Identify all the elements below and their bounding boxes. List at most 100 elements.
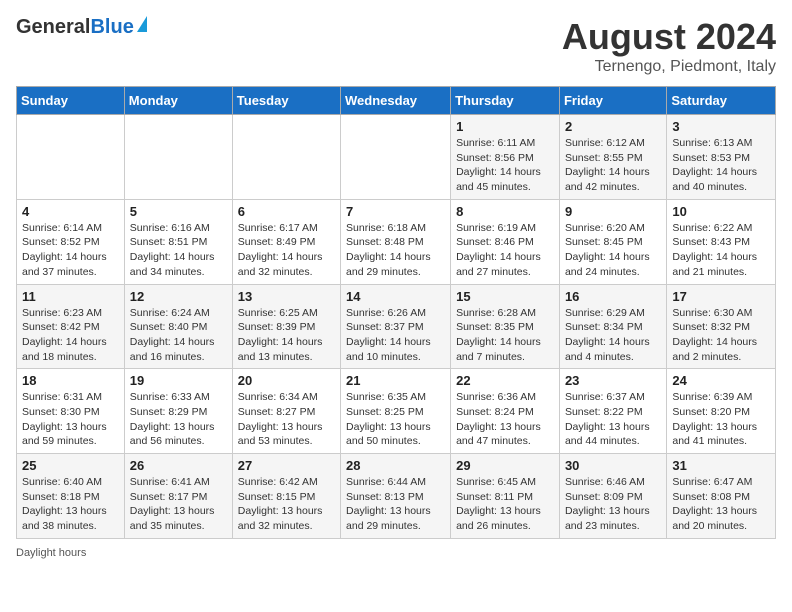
subtitle: Ternengo, Piedmont, Italy bbox=[562, 58, 776, 76]
day-number: 28 bbox=[346, 458, 445, 473]
day-number: 26 bbox=[130, 458, 227, 473]
day-number: 4 bbox=[22, 204, 119, 219]
calendar-cell: 26Sunrise: 6:41 AM Sunset: 8:17 PM Dayli… bbox=[124, 454, 232, 539]
footer-note: Daylight hours bbox=[16, 547, 776, 559]
day-number: 7 bbox=[346, 204, 445, 219]
calendar-table: SundayMondayTuesdayWednesdayThursdayFrid… bbox=[16, 86, 776, 539]
daylight-label: Daylight hours bbox=[16, 547, 86, 559]
calendar-cell: 29 Sunrise: 6:45 AM Sunset: 8:11 PM Dayli… bbox=[451, 454, 560, 539]
day-info: Sunrise: 6:31 AM Sunset: 8:30 PM Dayligh… bbox=[22, 390, 119, 449]
calendar-cell: 1 Sunrise: 6:11 AM Sunset: 8:56 PM Daylig… bbox=[451, 115, 560, 200]
day-info: Sunrise: 6:47 AM Sunset: 8:08 PM Dayligh… bbox=[672, 475, 770, 534]
day-header-sunday: Sunday bbox=[17, 87, 125, 115]
day-info: Sunrise: 6:17 AM Sunset: 8:49 PM Dayligh… bbox=[238, 221, 335, 280]
page-header: General Blue August 2024 Ternengo, Piedm… bbox=[16, 16, 776, 76]
calendar-cell: 23 Sunrise: 6:37 AM Sunset: 8:22 PM Dayli… bbox=[559, 369, 666, 454]
calendar-cell: 21 Sunrise: 6:35 AM Sunset: 8:25 PM Dayli… bbox=[341, 369, 451, 454]
day-info: Sunrise: 6:19 AM Sunset: 8:46 PM Dayligh… bbox=[456, 221, 554, 280]
day-info: Sunrise: 6:20 AM Sunset: 8:45 PM Dayligh… bbox=[565, 221, 661, 280]
day-info: Sunrise: 6:13 AM Sunset: 8:53 PM Dayligh… bbox=[672, 136, 770, 195]
calendar-cell bbox=[341, 115, 451, 200]
calendar-cell: 5 Sunrise: 6:16 AM Sunset: 8:51 PM Daylig… bbox=[124, 199, 232, 284]
day-number: 21 bbox=[346, 373, 445, 388]
calendar-cell: 10 Sunrise: 6:22 AM Sunset: 8:43 PM Dayli… bbox=[667, 199, 776, 284]
day-number: 23 bbox=[565, 373, 661, 388]
day-info: Sunrise: 6:42 AM Sunset: 8:15 PM Dayligh… bbox=[238, 475, 335, 534]
day-info: Sunrise: 6:33 AM Sunset: 8:29 PM Dayligh… bbox=[130, 390, 227, 449]
calendar-cell: 22Sunrise: 6:36 AM Sunset: 8:24 PM Dayli… bbox=[451, 369, 560, 454]
calendar-cell: 9 Sunrise: 6:20 AM Sunset: 8:45 PM Daylig… bbox=[559, 199, 666, 284]
day-number: 17 bbox=[672, 289, 770, 304]
day-header-friday: Friday bbox=[559, 87, 666, 115]
calendar-cell: 6Sunrise: 6:17 AM Sunset: 8:49 PM Daylig… bbox=[232, 199, 340, 284]
calendar-cell: 17Sunrise: 6:30 AM Sunset: 8:32 PM Dayli… bbox=[667, 284, 776, 369]
calendar-cell: 16 Sunrise: 6:29 AM Sunset: 8:34 PM Dayli… bbox=[559, 284, 666, 369]
day-number: 24 bbox=[672, 373, 770, 388]
day-header-saturday: Saturday bbox=[667, 87, 776, 115]
day-number: 3 bbox=[672, 119, 770, 134]
calendar-cell: 11 Sunrise: 6:23 AM Sunset: 8:42 PM Dayli… bbox=[17, 284, 125, 369]
day-info: Sunrise: 6:24 AM Sunset: 8:40 PM Dayligh… bbox=[130, 306, 227, 365]
day-info: Sunrise: 6:45 AM Sunset: 8:11 PM Dayligh… bbox=[456, 475, 554, 534]
calendar-cell bbox=[232, 115, 340, 200]
day-number: 18 bbox=[22, 373, 119, 388]
day-info: Sunrise: 6:29 AM Sunset: 8:34 PM Dayligh… bbox=[565, 306, 661, 365]
calendar-cell: 28 Sunrise: 6:44 AM Sunset: 8:13 PM Dayli… bbox=[341, 454, 451, 539]
day-info: Sunrise: 6:44 AM Sunset: 8:13 PM Dayligh… bbox=[346, 475, 445, 534]
day-info: Sunrise: 6:39 AM Sunset: 8:20 PM Dayligh… bbox=[672, 390, 770, 449]
day-header-wednesday: Wednesday bbox=[341, 87, 451, 115]
calendar-cell: 15 Sunrise: 6:28 AM Sunset: 8:35 PM Dayli… bbox=[451, 284, 560, 369]
calendar-cell: 27 Sunrise: 6:42 AM Sunset: 8:15 PM Dayli… bbox=[232, 454, 340, 539]
day-info: Sunrise: 6:36 AM Sunset: 8:24 PM Dayligh… bbox=[456, 390, 554, 449]
day-info: Sunrise: 6:35 AM Sunset: 8:25 PM Dayligh… bbox=[346, 390, 445, 449]
day-number: 11 bbox=[22, 289, 119, 304]
main-title: August 2024 bbox=[562, 16, 776, 58]
day-info: Sunrise: 6:12 AM Sunset: 8:55 PM Dayligh… bbox=[565, 136, 661, 195]
calendar-cell bbox=[124, 115, 232, 200]
day-number: 30 bbox=[565, 458, 661, 473]
day-info: Sunrise: 6:37 AM Sunset: 8:22 PM Dayligh… bbox=[565, 390, 661, 449]
day-number: 27 bbox=[238, 458, 335, 473]
logo-blue-text: Blue bbox=[90, 16, 133, 39]
calendar-cell: 18 Sunrise: 6:31 AM Sunset: 8:30 PM Dayli… bbox=[17, 369, 125, 454]
day-number: 13 bbox=[238, 289, 335, 304]
logo-general-text: General bbox=[16, 16, 90, 39]
day-number: 25 bbox=[22, 458, 119, 473]
day-number: 14 bbox=[346, 289, 445, 304]
day-number: 2 bbox=[565, 119, 661, 134]
day-info: Sunrise: 6:11 AM Sunset: 8:56 PM Dayligh… bbox=[456, 136, 554, 195]
day-number: 10 bbox=[672, 204, 770, 219]
day-info: Sunrise: 6:28 AM Sunset: 8:35 PM Dayligh… bbox=[456, 306, 554, 365]
calendar-cell bbox=[17, 115, 125, 200]
calendar-cell: 14Sunrise: 6:26 AM Sunset: 8:37 PM Dayli… bbox=[341, 284, 451, 369]
day-number: 5 bbox=[130, 204, 227, 219]
day-header-tuesday: Tuesday bbox=[232, 87, 340, 115]
calendar-cell: 2 Sunrise: 6:12 AM Sunset: 8:55 PM Daylig… bbox=[559, 115, 666, 200]
calendar-cell: 31 Sunrise: 6:47 AM Sunset: 8:08 PM Dayli… bbox=[667, 454, 776, 539]
calendar-cell: 30 Sunrise: 6:46 AM Sunset: 8:09 PM Dayli… bbox=[559, 454, 666, 539]
day-number: 1 bbox=[456, 119, 554, 134]
day-info: Sunrise: 6:34 AM Sunset: 8:27 PM Dayligh… bbox=[238, 390, 335, 449]
day-info: Sunrise: 6:23 AM Sunset: 8:42 PM Dayligh… bbox=[22, 306, 119, 365]
day-number: 8 bbox=[456, 204, 554, 219]
day-info: Sunrise: 6:18 AM Sunset: 8:48 PM Dayligh… bbox=[346, 221, 445, 280]
calendar-cell: 7 Sunrise: 6:18 AM Sunset: 8:48 PM Daylig… bbox=[341, 199, 451, 284]
day-info: Sunrise: 6:46 AM Sunset: 8:09 PM Dayligh… bbox=[565, 475, 661, 534]
day-number: 9 bbox=[565, 204, 661, 219]
day-number: 16 bbox=[565, 289, 661, 304]
day-number: 12 bbox=[130, 289, 227, 304]
day-number: 29 bbox=[456, 458, 554, 473]
logo: General Blue bbox=[16, 16, 147, 39]
calendar-cell: 4 Sunrise: 6:14 AM Sunset: 8:52 PM Daylig… bbox=[17, 199, 125, 284]
logo-triangle-icon bbox=[137, 16, 147, 32]
title-area: August 2024 Ternengo, Piedmont, Italy bbox=[562, 16, 776, 76]
calendar-cell: 25Sunrise: 6:40 AM Sunset: 8:18 PM Dayli… bbox=[17, 454, 125, 539]
day-header-monday: Monday bbox=[124, 87, 232, 115]
day-info: Sunrise: 6:16 AM Sunset: 8:51 PM Dayligh… bbox=[130, 221, 227, 280]
day-info: Sunrise: 6:14 AM Sunset: 8:52 PM Dayligh… bbox=[22, 221, 119, 280]
calendar-cell: 12 Sunrise: 6:24 AM Sunset: 8:40 PM Dayli… bbox=[124, 284, 232, 369]
day-info: Sunrise: 6:22 AM Sunset: 8:43 PM Dayligh… bbox=[672, 221, 770, 280]
day-number: 15 bbox=[456, 289, 554, 304]
calendar-cell: 24 Sunrise: 6:39 AM Sunset: 8:20 PM Dayli… bbox=[667, 369, 776, 454]
day-number: 31 bbox=[672, 458, 770, 473]
